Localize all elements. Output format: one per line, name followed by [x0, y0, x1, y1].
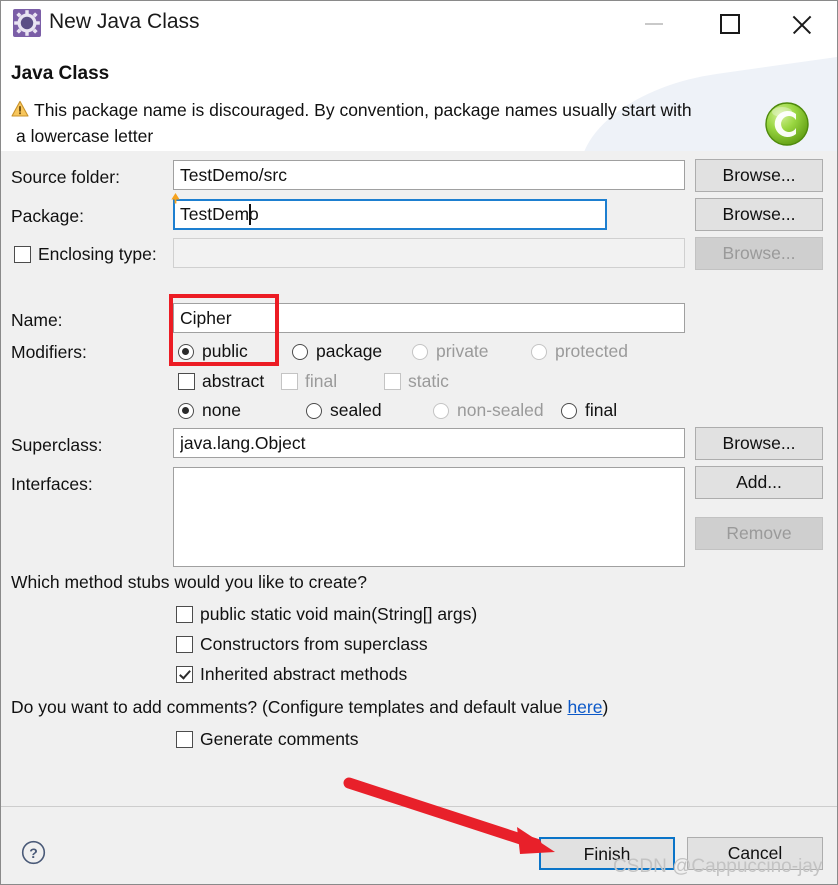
java-class-gear-icon: [13, 9, 41, 37]
sealed-radio-none[interactable]: none: [178, 400, 241, 421]
window-title: New Java Class: [49, 10, 200, 33]
new-java-class-dialog: New Java Class Java Class This package n…: [0, 0, 838, 885]
modifier-radio-protected[interactable]: protected: [531, 341, 628, 362]
source-folder-input[interactable]: [173, 160, 685, 190]
modifier-static-label: static: [408, 371, 449, 391]
sealed-none-label: none: [202, 400, 241, 420]
radio-sealed-dot: [306, 403, 322, 419]
stub-checkbox-constructors[interactable]: Constructors from superclass: [176, 634, 428, 655]
help-question-icon[interactable]: ?: [21, 840, 46, 865]
text-caret: [249, 204, 251, 225]
watermark: CSDN @Cappuccino-jay: [613, 856, 823, 877]
modifier-public-label: public: [202, 341, 248, 361]
source-folder-label: Source folder:: [11, 167, 120, 187]
maximize-button[interactable]: [707, 1, 755, 47]
checkbox-constructors-box: [176, 636, 193, 653]
comments-question-prefix: Do you want to add comments? (Configure …: [11, 697, 568, 717]
interfaces-listbox[interactable]: [173, 467, 685, 567]
package-label: Package:: [11, 206, 84, 226]
sealed-radio-final[interactable]: final: [561, 400, 617, 421]
dialog-body: Source folder: Browse... Package: Browse…: [1, 151, 837, 806]
modifier-private-label: private: [436, 341, 489, 361]
stub-constructors-label: Constructors from superclass: [200, 634, 428, 654]
modifier-final-label: final: [305, 371, 338, 391]
radio-package-dot: [292, 344, 308, 360]
minimize-button[interactable]: [635, 1, 683, 47]
sealed-non-sealed-label: non-sealed: [457, 400, 544, 420]
radio-private-dot: [412, 344, 428, 360]
interfaces-remove-button[interactable]: Remove: [695, 517, 823, 550]
warning-marker-icon: [171, 193, 180, 204]
radio-protected-dot: [531, 344, 547, 360]
modifier-checkbox-static[interactable]: static: [384, 371, 449, 392]
checkbox-abstract-box: [178, 373, 195, 390]
modifier-radio-private[interactable]: private: [412, 341, 489, 362]
interfaces-label: Interfaces:: [11, 474, 93, 494]
modifier-radio-public[interactable]: public: [178, 341, 248, 362]
comments-question-suffix: ): [602, 697, 609, 717]
checkbox-generate-comments-box: [176, 731, 193, 748]
name-label: Name:: [11, 310, 63, 330]
checkbox-static-box: [384, 373, 401, 390]
stub-checkbox-inherited-abstract[interactable]: Inherited abstract methods: [176, 664, 407, 685]
checkbox-main-method-box: [176, 606, 193, 623]
modifiers-label: Modifiers:: [11, 342, 87, 362]
stub-inherited-abstract-label: Inherited abstract methods: [200, 664, 408, 684]
sealed-radio-non-sealed[interactable]: non-sealed: [433, 400, 544, 421]
warning-triangle-icon: [11, 100, 29, 117]
checkbox-final-box: [281, 373, 298, 390]
modifier-abstract-label: abstract: [202, 371, 265, 391]
title-bar: New Java Class: [1, 1, 837, 48]
configure-templates-link[interactable]: here: [567, 697, 602, 717]
modifier-protected-label: protected: [555, 341, 628, 361]
name-input[interactable]: [173, 303, 685, 333]
radio-none-dot: [178, 403, 194, 419]
close-button[interactable]: [779, 1, 827, 47]
stub-main-method-label: public static void main(String[] args): [200, 604, 478, 624]
superclass-browse-button[interactable]: Browse...: [695, 427, 823, 460]
modifier-package-label: package: [316, 341, 383, 361]
sealed-radio-sealed[interactable]: sealed: [306, 400, 382, 421]
enclosing-type-browse-button[interactable]: Browse...: [695, 237, 823, 270]
validation-message: This package name is discouraged. By con…: [16, 97, 764, 149]
radio-sealed-final-dot: [561, 403, 577, 419]
minimize-icon: [645, 23, 663, 25]
eclipse-green-c-logo: [765, 102, 809, 146]
sealed-sealed-label: sealed: [330, 400, 382, 420]
sealed-final-label: final: [585, 400, 618, 420]
validation-message-line-2: a lowercase letter: [16, 126, 154, 146]
close-icon: [790, 13, 814, 37]
method-stubs-question: Which method stubs would you like to cre…: [11, 572, 368, 592]
modifier-radio-package[interactable]: package: [292, 341, 382, 362]
svg-text:?: ?: [29, 845, 38, 861]
maximize-icon: [720, 14, 740, 34]
generate-comments-label: Generate comments: [200, 729, 359, 749]
modifier-checkbox-abstract[interactable]: abstract: [178, 371, 264, 392]
package-input[interactable]: [173, 199, 607, 230]
modifier-checkbox-final[interactable]: final: [281, 371, 337, 392]
source-folder-browse-button[interactable]: Browse...: [695, 159, 823, 192]
enclosing-type-checkbox[interactable]: Enclosing type:: [14, 244, 157, 265]
dialog-header: Java Class This package name is discoura…: [1, 47, 837, 152]
comments-question: Do you want to add comments? (Configure …: [11, 697, 608, 718]
stub-checkbox-main-method[interactable]: public static void main(String[] args): [176, 604, 477, 625]
superclass-label: Superclass:: [11, 435, 103, 455]
validation-message-line-1: This package name is discouraged. By con…: [34, 100, 692, 120]
page-title: Java Class: [11, 63, 110, 84]
enclosing-type-input[interactable]: [173, 238, 685, 268]
package-browse-button[interactable]: Browse...: [695, 198, 823, 231]
radio-non-sealed-dot: [433, 403, 449, 419]
interfaces-add-button[interactable]: Add...: [695, 466, 823, 499]
radio-public-dot: [178, 344, 194, 360]
enclosing-type-label: Enclosing type:: [38, 244, 157, 264]
superclass-input[interactable]: [173, 428, 685, 458]
enclosing-type-checkbox-box: [14, 246, 31, 263]
generate-comments-checkbox[interactable]: Generate comments: [176, 729, 359, 750]
checkbox-inherited-abstract-box: [176, 666, 193, 683]
